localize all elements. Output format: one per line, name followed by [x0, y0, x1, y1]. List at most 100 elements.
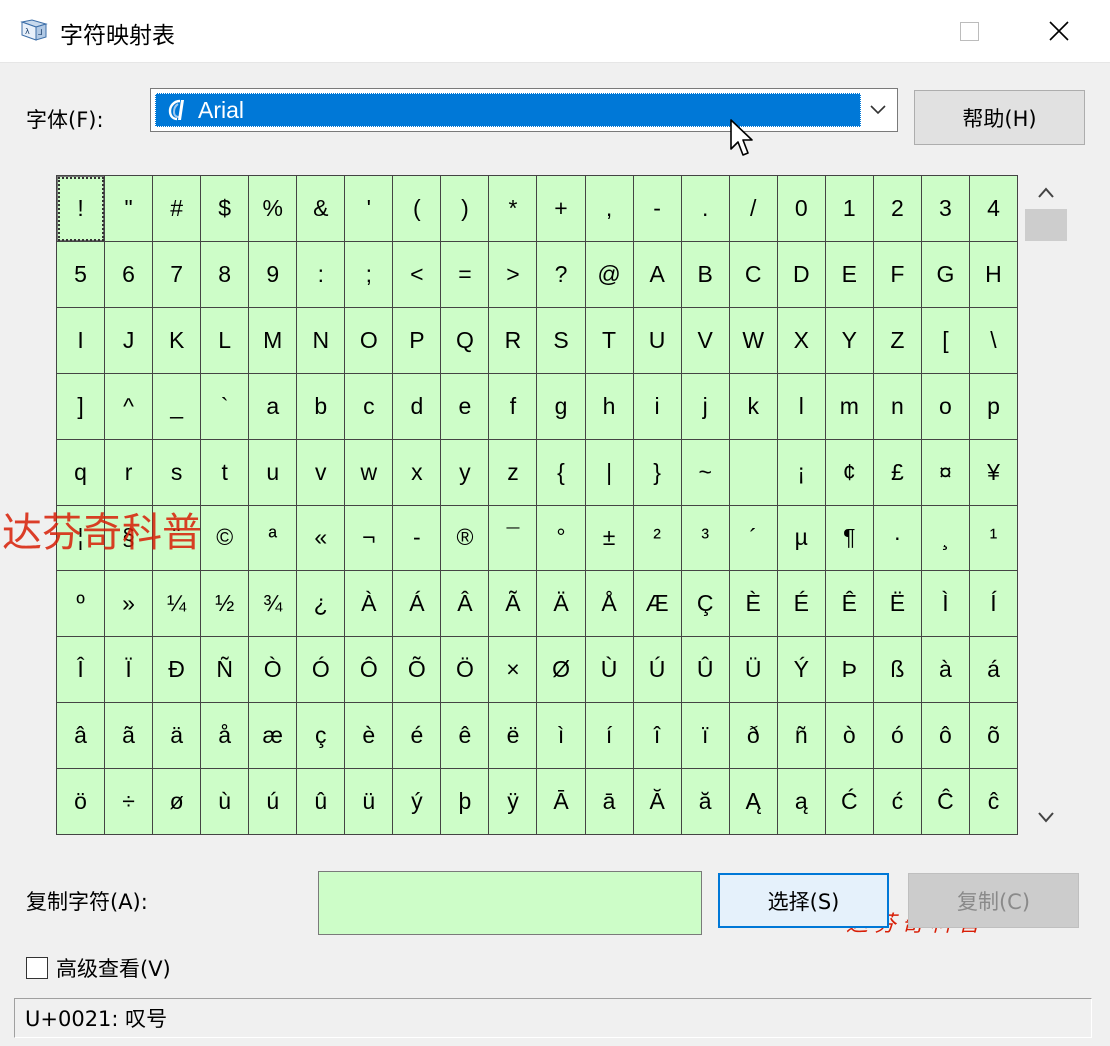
char-cell[interactable]: Ç: [681, 571, 730, 638]
char-cell[interactable]: Û: [681, 637, 730, 704]
char-cell[interactable]: Æ: [633, 571, 682, 638]
char-cell[interactable]: K: [153, 307, 202, 374]
char-cell[interactable]: .: [681, 176, 730, 242]
char-cell[interactable]: Ò: [249, 637, 298, 704]
char-cell[interactable]: À: [345, 571, 394, 638]
char-cell[interactable]: ¦: [57, 505, 106, 572]
char-cell[interactable]: T: [585, 307, 634, 374]
char-cell[interactable]: õ: [969, 703, 1018, 770]
char-cell[interactable]: =: [441, 241, 490, 308]
char-cell[interactable]: [729, 439, 778, 506]
char-cell[interactable]: e: [441, 373, 490, 440]
char-cell[interactable]: D: [777, 241, 826, 308]
char-cell[interactable]: «: [297, 505, 346, 572]
maximize-button[interactable]: [938, 0, 1000, 62]
char-cell[interactable]: _: [153, 373, 202, 440]
char-cell[interactable]: ©: [201, 505, 250, 572]
char-cell[interactable]: ã: [105, 703, 154, 770]
advanced-view-checkbox[interactable]: [26, 957, 48, 979]
char-cell[interactable]: X: [777, 307, 826, 374]
char-cell[interactable]: Ó: [297, 637, 346, 704]
copy-chars-input[interactable]: [318, 871, 702, 935]
char-cell[interactable]: ă: [681, 769, 730, 835]
char-cell[interactable]: ²: [633, 505, 682, 572]
char-cell[interactable]: S: [537, 307, 586, 374]
char-cell[interactable]: o: [921, 373, 970, 440]
font-dropdown-value[interactable]: Arial: [155, 93, 861, 127]
char-cell[interactable]: +: [537, 176, 586, 242]
char-cell[interactable]: ï: [681, 703, 730, 770]
char-cell[interactable]: £: [873, 439, 922, 506]
char-cell[interactable]: Ù: [585, 637, 634, 704]
char-cell[interactable]: E: [825, 241, 874, 308]
char-cell[interactable]: 7: [153, 241, 202, 308]
char-cell[interactable]: Ĉ: [921, 769, 970, 835]
char-cell[interactable]: ÷: [105, 769, 154, 835]
char-cell[interactable]: È: [729, 571, 778, 638]
char-cell[interactable]: ĉ: [969, 769, 1018, 835]
char-cell[interactable]: Í: [969, 571, 1018, 638]
char-cell[interactable]: ¡: [777, 439, 826, 506]
char-cell[interactable]: >: [489, 241, 538, 308]
char-cell[interactable]: û: [297, 769, 346, 835]
char-cell[interactable]: 6: [105, 241, 154, 308]
char-cell[interactable]: Ë: [873, 571, 922, 638]
char-cell[interactable]: A: [633, 241, 682, 308]
char-cell[interactable]: ñ: [777, 703, 826, 770]
char-cell[interactable]: í: [585, 703, 634, 770]
char-cell[interactable]: ?: [537, 241, 586, 308]
char-cell[interactable]: ·: [873, 505, 922, 572]
char-cell[interactable]: P: [393, 307, 442, 374]
char-cell[interactable]: î: [633, 703, 682, 770]
advanced-view-toggle[interactable]: 高级查看(V): [26, 953, 171, 983]
char-cell[interactable]: j: [681, 373, 730, 440]
char-cell[interactable]: ¯: [489, 505, 538, 572]
char-cell[interactable]: Ą: [729, 769, 778, 835]
char-cell[interactable]: ¶: [825, 505, 874, 572]
char-cell[interactable]: %: [249, 176, 298, 242]
char-cell[interactable]: {: [537, 439, 586, 506]
char-cell[interactable]: §: [105, 505, 154, 572]
char-cell[interactable]: Ï: [105, 637, 154, 704]
char-cell[interactable]: Q: [441, 307, 490, 374]
char-cell[interactable]: ": [105, 176, 154, 242]
char-cell[interactable]: ,: [585, 176, 634, 242]
char-cell[interactable]: a: [249, 373, 298, 440]
char-cell[interactable]: Ý: [777, 637, 826, 704]
char-cell[interactable]: ´: [729, 505, 778, 572]
char-cell[interactable]: ½: [201, 571, 250, 638]
char-cell[interactable]: U: [633, 307, 682, 374]
char-cell[interactable]: 4: [969, 176, 1018, 242]
char-cell[interactable]: Ü: [729, 637, 778, 704]
char-cell[interactable]: C: [729, 241, 778, 308]
char-cell[interactable]: µ: [777, 505, 826, 572]
char-cell[interactable]: Ô: [345, 637, 394, 704]
char-cell[interactable]: ³: [681, 505, 730, 572]
char-cell[interactable]: â: [57, 703, 106, 770]
char-cell[interactable]: k: [729, 373, 778, 440]
char-cell[interactable]: Y: [825, 307, 874, 374]
char-cell[interactable]: t: [201, 439, 250, 506]
char-cell[interactable]: @: [585, 241, 634, 308]
char-cell[interactable]: x: [393, 439, 442, 506]
char-cell[interactable]: g: [537, 373, 586, 440]
char-cell[interactable]: \: [969, 307, 1018, 374]
char-cell[interactable]: -: [393, 505, 442, 572]
char-cell[interactable]: -: [633, 176, 682, 242]
char-cell[interactable]: ¸: [921, 505, 970, 572]
char-cell[interactable]: ¢: [825, 439, 874, 506]
char-cell[interactable]: l: [777, 373, 826, 440]
char-cell[interactable]: ]: [57, 373, 106, 440]
char-cell[interactable]: Â: [441, 571, 490, 638]
char-cell[interactable]: ¼: [153, 571, 202, 638]
char-cell[interactable]: ø: [153, 769, 202, 835]
char-cell[interactable]: ): [441, 176, 490, 242]
char-cell[interactable]: ': [345, 176, 394, 242]
char-cell[interactable]: z: [489, 439, 538, 506]
close-button[interactable]: [1028, 0, 1090, 62]
grid-scrollbar[interactable]: [1022, 175, 1070, 835]
char-cell[interactable]: »: [105, 571, 154, 638]
char-cell[interactable]: 3: [921, 176, 970, 242]
char-cell[interactable]: á: [969, 637, 1018, 704]
char-cell[interactable]: ä: [153, 703, 202, 770]
